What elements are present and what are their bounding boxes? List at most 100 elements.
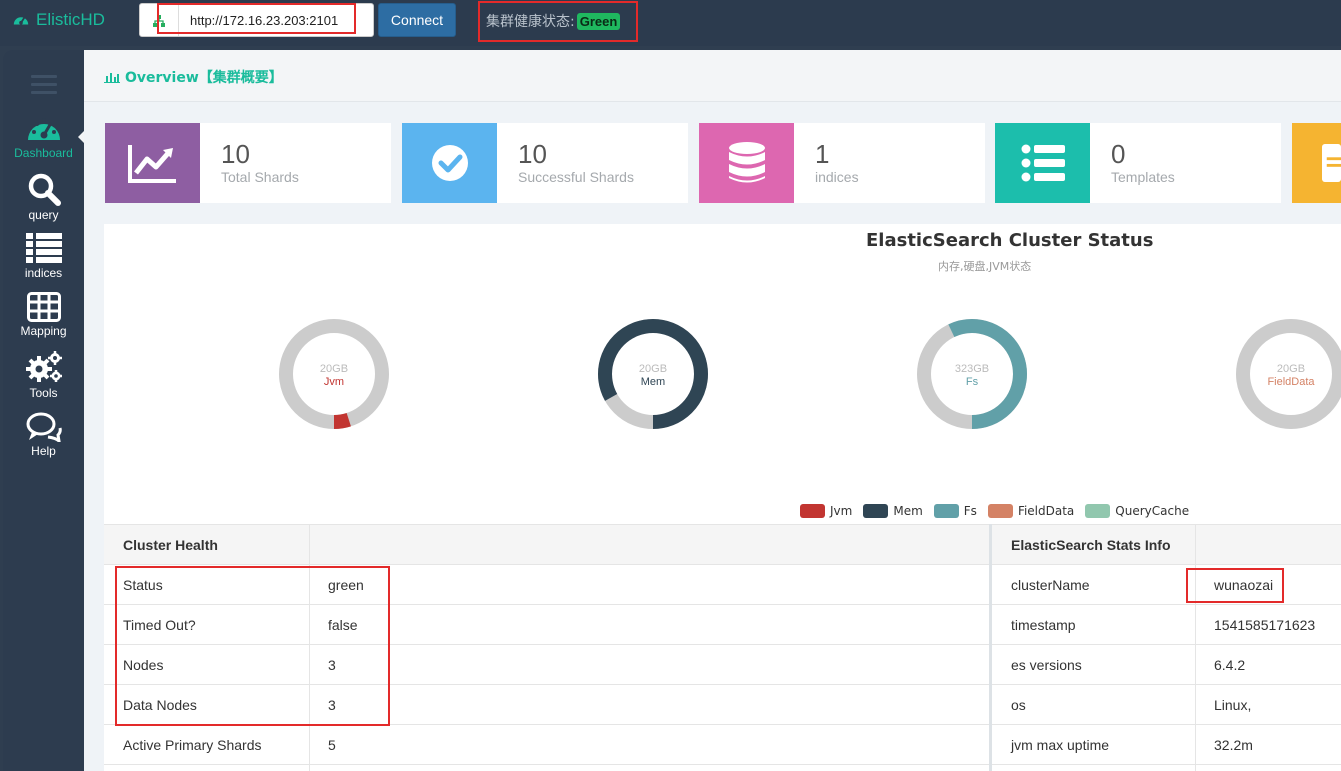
legend-item-querycache[interactable]: QueryCache <box>1085 504 1189 518</box>
table-row: Data Nodes 3 os Linux, <box>104 685 1341 725</box>
chat-icon <box>26 412 62 442</box>
donut-fielddata[interactable]: 20GBFieldData <box>1236 319 1341 429</box>
table-row: Active Primary Shards 5 jvm max uptime 32.2… <box>104 725 1341 765</box>
table-header-row: Cluster Health ElasticSearch Stats Info <box>104 524 1341 565</box>
health-value: 5 <box>328 736 336 753</box>
health-value: 3 <box>328 696 336 713</box>
legend-label: Jvm <box>830 504 853 518</box>
legend-swatch <box>933 504 959 518</box>
info-tables: Cluster Health ElasticSearch Stats Info … <box>104 524 1341 771</box>
cluster-health-indicator: 集群健康状态: Green <box>486 11 621 31</box>
sidebar-item-label: query <box>28 208 59 222</box>
stats-value: 32.2m <box>1214 736 1253 753</box>
legend-label: Mem <box>893 504 923 518</box>
health-value: green <box>328 576 364 593</box>
legend-item-jvm[interactable]: Jvm <box>800 504 852 518</box>
search-icon <box>28 173 61 206</box>
legend-swatch <box>863 504 889 518</box>
sidebar-item-dashboard[interactable]: Dashboard <box>3 114 84 160</box>
server-address-input[interactable] <box>182 6 372 34</box>
sidebar-item-mapping[interactable]: Mapping <box>3 292 84 338</box>
sidebar: Dashboard query indices Mapping Tools He… <box>3 50 85 771</box>
sidebar-item-label: Help <box>31 444 56 458</box>
stats-key: timestamp <box>1011 616 1076 633</box>
line-chart-icon <box>105 123 200 203</box>
legend-label: Fs <box>963 504 977 518</box>
sidebar-item-indices[interactable]: indices <box>3 232 84 280</box>
page-title: Overview【集群概要】 <box>104 67 283 87</box>
sidebar-item-help[interactable]: Help <box>3 412 84 458</box>
stat-card-total-shards: 10 Total Shards <box>105 123 391 203</box>
legend-swatch <box>987 504 1013 518</box>
stat-label: Successful Shards <box>518 169 634 185</box>
stat-card-successful-shards: 10 Successful Shards <box>402 123 688 203</box>
health-status-badge: Green <box>576 12 621 30</box>
health-key: Timed Out? <box>123 616 196 633</box>
database-icon <box>699 123 794 203</box>
health-label: 集群健康状态: <box>486 14 575 30</box>
donut-name-label: Jvm <box>324 376 344 388</box>
donut-name-label: Mem <box>641 376 665 388</box>
donut-mem[interactable]: 20GBMem <box>598 319 708 429</box>
sidebar-item-label: Dashboard <box>14 146 73 160</box>
donut-name-label: FieldData <box>1267 376 1315 388</box>
table-row: Status green clusterName wunaozai <box>104 565 1341 605</box>
legend-item-fs[interactable]: Fs <box>933 504 977 518</box>
donut-fs[interactable]: 323GBFs <box>917 319 1027 429</box>
main-content: Overview【集群概要】 10 Total Shards 10 Succes… <box>84 50 1341 771</box>
stat-card-indices: 1 indices <box>699 123 985 203</box>
stats-value: wunaozai <box>1214 576 1274 593</box>
gears-icon <box>25 351 62 382</box>
stat-card-partial <box>1292 123 1341 203</box>
list-icon <box>25 233 62 263</box>
legend-label: QueryCache <box>1115 504 1190 518</box>
sidebar-item-query[interactable]: query <box>3 172 84 222</box>
stat-value: 0 <box>1111 139 1126 169</box>
stats-value: 1541585171623 <box>1214 616 1316 633</box>
stats-key: os <box>1011 696 1026 713</box>
check-circle-icon <box>402 123 497 203</box>
legend-label: FieldData <box>1017 504 1075 518</box>
donut-total-label: 20GB <box>1277 363 1305 375</box>
sidebar-item-label: Tools <box>29 386 58 400</box>
menu-toggle-icon[interactable] <box>31 75 57 95</box>
stats-value: 6.4.2 <box>1214 656 1246 673</box>
app-name: ElisticHD <box>36 10 105 29</box>
sidebar-item-label: Mapping <box>20 324 67 338</box>
stats-key: jvm max uptime <box>1011 736 1110 753</box>
column-divider <box>1195 524 1196 771</box>
table-row: Nodes 3 es versions 6.4.2 <box>104 645 1341 685</box>
app-brand[interactable]: ElisticHD <box>12 10 105 30</box>
health-value: false <box>328 616 358 633</box>
column-divider <box>309 524 310 771</box>
table-icon <box>26 292 61 322</box>
stat-label: indices <box>815 169 859 185</box>
legend-item-fielddata[interactable]: FieldData <box>987 504 1075 518</box>
cluster-status-chart: ElasticSearch Cluster Status 内存,硬盘,JVM状态… <box>104 224 1341 524</box>
legend-swatch <box>1085 504 1111 518</box>
health-key: Active Primary Shards <box>123 736 262 753</box>
page-title-text: Overview【集群概要】 <box>125 70 283 86</box>
legend-item-mem[interactable]: Mem <box>863 504 923 518</box>
document-icon <box>1292 123 1341 203</box>
health-key: Nodes <box>123 656 164 673</box>
stats-value: Linux, <box>1214 696 1252 713</box>
dashboard-icon <box>13 16 29 25</box>
health-key: Data Nodes <box>123 696 197 713</box>
health-value: 3 <box>328 656 336 673</box>
donut-jvm[interactable]: 20GBJvm <box>279 319 389 429</box>
health-key: Status <box>123 576 163 593</box>
page-header: Overview【集群概要】 <box>84 50 1341 102</box>
dashboard-icon <box>27 118 60 140</box>
donut-total-label: 20GB <box>320 363 348 375</box>
cluster-health-header: Cluster Health <box>123 536 218 553</box>
sidebar-item-label: indices <box>24 266 63 280</box>
connect-button[interactable]: Connect <box>378 3 456 37</box>
sidebar-item-tools[interactable]: Tools <box>3 350 84 400</box>
address-separator <box>178 4 179 36</box>
stats-key: es versions <box>1011 656 1082 673</box>
legend-swatch <box>800 504 825 518</box>
donut-name-label: Fs <box>966 376 979 388</box>
donut-charts: 20GBJvm20GBMem323GBFs20GBFieldData <box>279 319 1341 429</box>
stats-key: clusterName <box>1011 576 1090 593</box>
